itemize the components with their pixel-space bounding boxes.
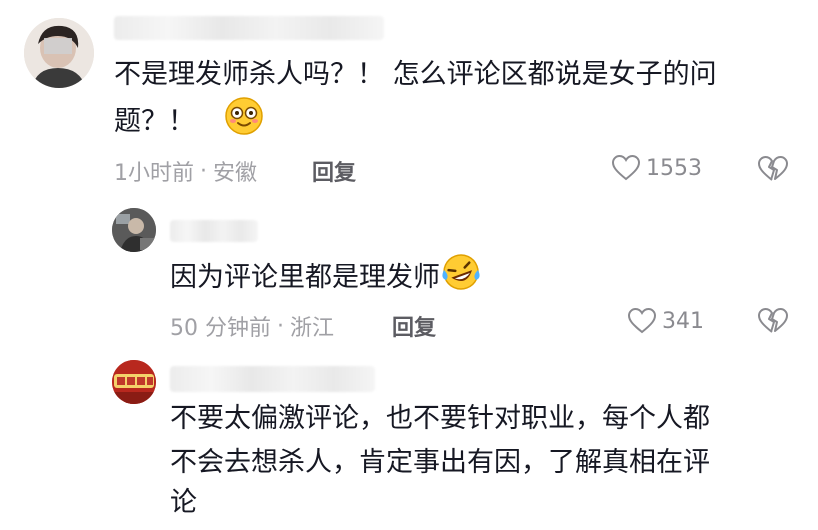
comment-time: 50 分钟前 <box>170 316 271 341</box>
comment-text-line2: 题？！ <box>114 96 264 149</box>
smiling-face-emoji-icon <box>224 96 264 149</box>
comment-item: 不是理发师杀人吗？！ 怎么评论区都说是女子的问 题？！ 1小时前 · 安徽 回复… <box>0 0 818 200</box>
avatar[interactable] <box>112 208 156 252</box>
comment-meta: 50 分钟前 · 浙江 <box>170 310 334 342</box>
username-blurred[interactable] <box>114 16 384 40</box>
comment-text: 不要太偏激评论，也不要针对职业，每个人都 <box>170 403 710 434</box>
laughing-crying-emoji-icon <box>440 252 482 305</box>
avatar-photo-icon <box>112 360 156 404</box>
dislike-button[interactable] <box>758 308 788 338</box>
comment-meta: 1小时前 · 安徽 <box>114 155 257 187</box>
like-count: 1553 <box>646 155 702 181</box>
like-button[interactable]: 1553 <box>612 155 702 181</box>
comment-location: 安徽 <box>213 161 258 186</box>
broken-heart-icon <box>758 156 788 181</box>
reply-item: 因为评论里都是理发师 50 分钟前 · 浙江 回复 341 <box>0 200 818 350</box>
username-blurred[interactable] <box>170 220 258 242</box>
like-button[interactable]: 341 <box>628 308 704 334</box>
like-count: 341 <box>662 308 704 334</box>
avatar[interactable] <box>24 18 94 88</box>
reply-button[interactable]: 回复 <box>312 155 356 187</box>
avatar-photo-icon <box>24 18 94 88</box>
heart-icon <box>628 308 656 334</box>
username-blurred[interactable] <box>170 366 375 392</box>
comment-text-line3: 论 <box>170 487 197 518</box>
heart-icon <box>612 155 640 181</box>
meta-separator: · <box>200 158 207 184</box>
meta-separator: · <box>277 313 284 339</box>
dislike-button[interactable] <box>758 156 788 186</box>
comment-text-line2: 不会去想杀人，肯定事出有因，了解真相在评 <box>170 447 710 478</box>
avatar[interactable] <box>112 360 156 404</box>
comment-text: 因为评论里都是理发师 <box>170 252 482 305</box>
reply-button[interactable]: 回复 <box>392 310 436 342</box>
comment-location: 浙江 <box>290 316 335 341</box>
avatar-photo-icon <box>112 208 156 252</box>
broken-heart-icon <box>758 308 788 333</box>
comment-time: 1小时前 <box>114 161 194 186</box>
comment-text: 不是理发师杀人吗？！ 怎么评论区都说是女子的问 <box>114 59 717 90</box>
reply-item: 不要太偏激评论，也不要针对职业，每个人都 不会去想杀人，肯定事出有因，了解真相在… <box>0 350 818 530</box>
